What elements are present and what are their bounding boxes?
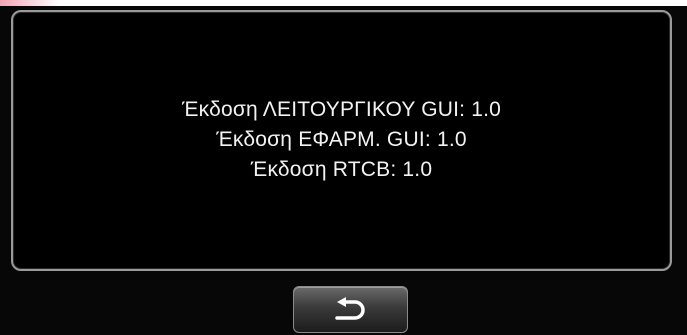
os-gui-version-text: Έκδοση ΛΕΙΤΟΥΡΓΙΚΟΥ GUI: 1.0 bbox=[181, 98, 502, 121]
back-button[interactable] bbox=[293, 286, 408, 333]
top-strip bbox=[0, 0, 687, 6]
app-gui-version-text: Έκδοση ΕΦΑΡΜ. GUI: 1.0 bbox=[216, 128, 467, 151]
version-info-lines: Έκδοση ΛΕΙΤΟΥΡΓΙΚΟΥ GUI: 1.0 Έκδοση ΕΦΑΡ… bbox=[13, 95, 670, 185]
top-strip-accent bbox=[0, 0, 60, 6]
version-info-panel: Έκδοση ΛΕΙΤΟΥΡΓΙΚΟΥ GUI: 1.0 Έκδοση ΕΦΑΡ… bbox=[11, 10, 672, 271]
rtcb-version-text: Έκδοση RTCB: 1.0 bbox=[250, 158, 433, 181]
return-arrow-icon bbox=[335, 297, 365, 320]
version-info-screen: Έκδοση ΛΕΙΤΟΥΡΓΙΚΟΥ GUI: 1.0 Έκδοση ΕΦΑΡ… bbox=[0, 0, 687, 335]
